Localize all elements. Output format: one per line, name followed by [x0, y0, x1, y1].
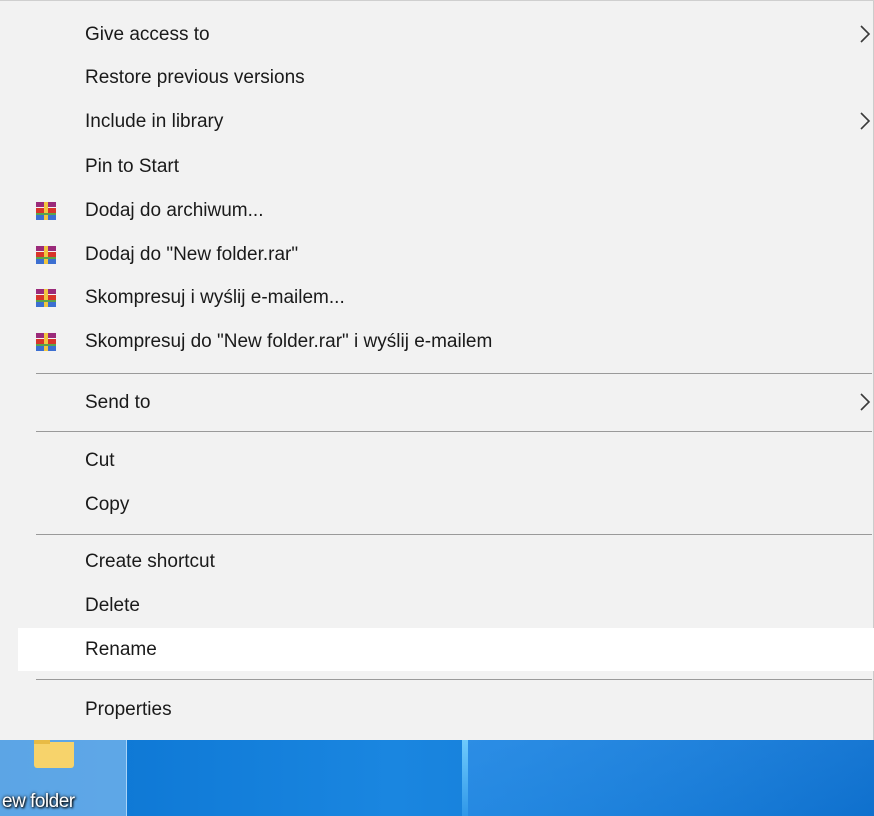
- menu-separator: [36, 679, 872, 680]
- menu-item-label: Properties: [85, 699, 172, 720]
- menu-item-include-in-library[interactable]: Include in library: [18, 100, 874, 143]
- menu-item-add-to-archive[interactable]: Dodaj do archiwum...: [18, 189, 874, 232]
- menu-item-create-shortcut[interactable]: Create shortcut: [18, 540, 874, 583]
- menu-item-delete[interactable]: Delete: [18, 584, 874, 627]
- menu-item-rename[interactable]: Rename: [18, 628, 874, 671]
- menu-separator: [36, 534, 872, 535]
- menu-item-label: Delete: [85, 595, 140, 616]
- menu-item-label: Skompresuj i wyślij e-mailem...: [85, 287, 345, 308]
- menu-item-label: Rename: [85, 639, 157, 660]
- menu-item-compress-and-email[interactable]: Skompresuj i wyślij e-mailem...: [18, 276, 874, 319]
- desktop-background: ew folder: [0, 740, 874, 816]
- desktop-folder-label: ew folder: [2, 791, 75, 812]
- menu-item-label: Create shortcut: [85, 551, 215, 572]
- winrar-icon: [35, 200, 57, 222]
- menu-item-label: Restore previous versions: [85, 67, 305, 88]
- menu-item-restore-previous-versions[interactable]: Restore previous versions: [18, 56, 874, 99]
- folder-icon: [34, 740, 74, 768]
- menu-item-pin-to-start[interactable]: Pin to Start: [18, 145, 874, 188]
- menu-separator: [36, 373, 872, 374]
- menu-item-give-access[interactable]: Give access to: [18, 13, 874, 56]
- menu-item-label: Pin to Start: [85, 156, 179, 177]
- menu-top-border: [0, 0, 874, 1]
- menu-item-send-to[interactable]: Send to: [18, 381, 874, 424]
- winrar-icon: [35, 287, 57, 309]
- chevron-right-icon: [858, 22, 872, 46]
- menu-item-compress-to-rar-and-email[interactable]: Skompresuj do "New folder.rar" i wyślij …: [18, 320, 874, 363]
- menu-item-add-to-rar[interactable]: Dodaj do "New folder.rar": [18, 233, 874, 276]
- desktop-folder-item[interactable]: ew folder: [0, 740, 127, 816]
- menu-item-label: Dodaj do "New folder.rar": [85, 244, 299, 265]
- context-menu: Give access to Restore previous versions…: [0, 0, 874, 740]
- wallpaper-light-beam: [468, 740, 874, 816]
- menu-item-properties[interactable]: Properties: [18, 688, 874, 731]
- menu-separator: [36, 431, 872, 432]
- chevron-right-icon: [858, 390, 872, 414]
- menu-item-label: Give access to: [85, 24, 210, 45]
- menu-item-label: Cut: [85, 450, 115, 471]
- menu-item-label: Send to: [85, 392, 151, 413]
- menu-item-label: Copy: [85, 494, 130, 515]
- chevron-right-icon: [858, 109, 872, 133]
- menu-item-cut[interactable]: Cut: [18, 439, 874, 482]
- winrar-icon: [35, 331, 57, 353]
- wallpaper-light-streak: [462, 740, 468, 816]
- menu-item-label: Dodaj do archiwum...: [85, 200, 264, 221]
- menu-item-label: Include in library: [85, 111, 224, 132]
- menu-item-label: Skompresuj do "New folder.rar" i wyślij …: [85, 331, 493, 352]
- winrar-icon: [35, 244, 57, 266]
- menu-item-copy[interactable]: Copy: [18, 483, 874, 526]
